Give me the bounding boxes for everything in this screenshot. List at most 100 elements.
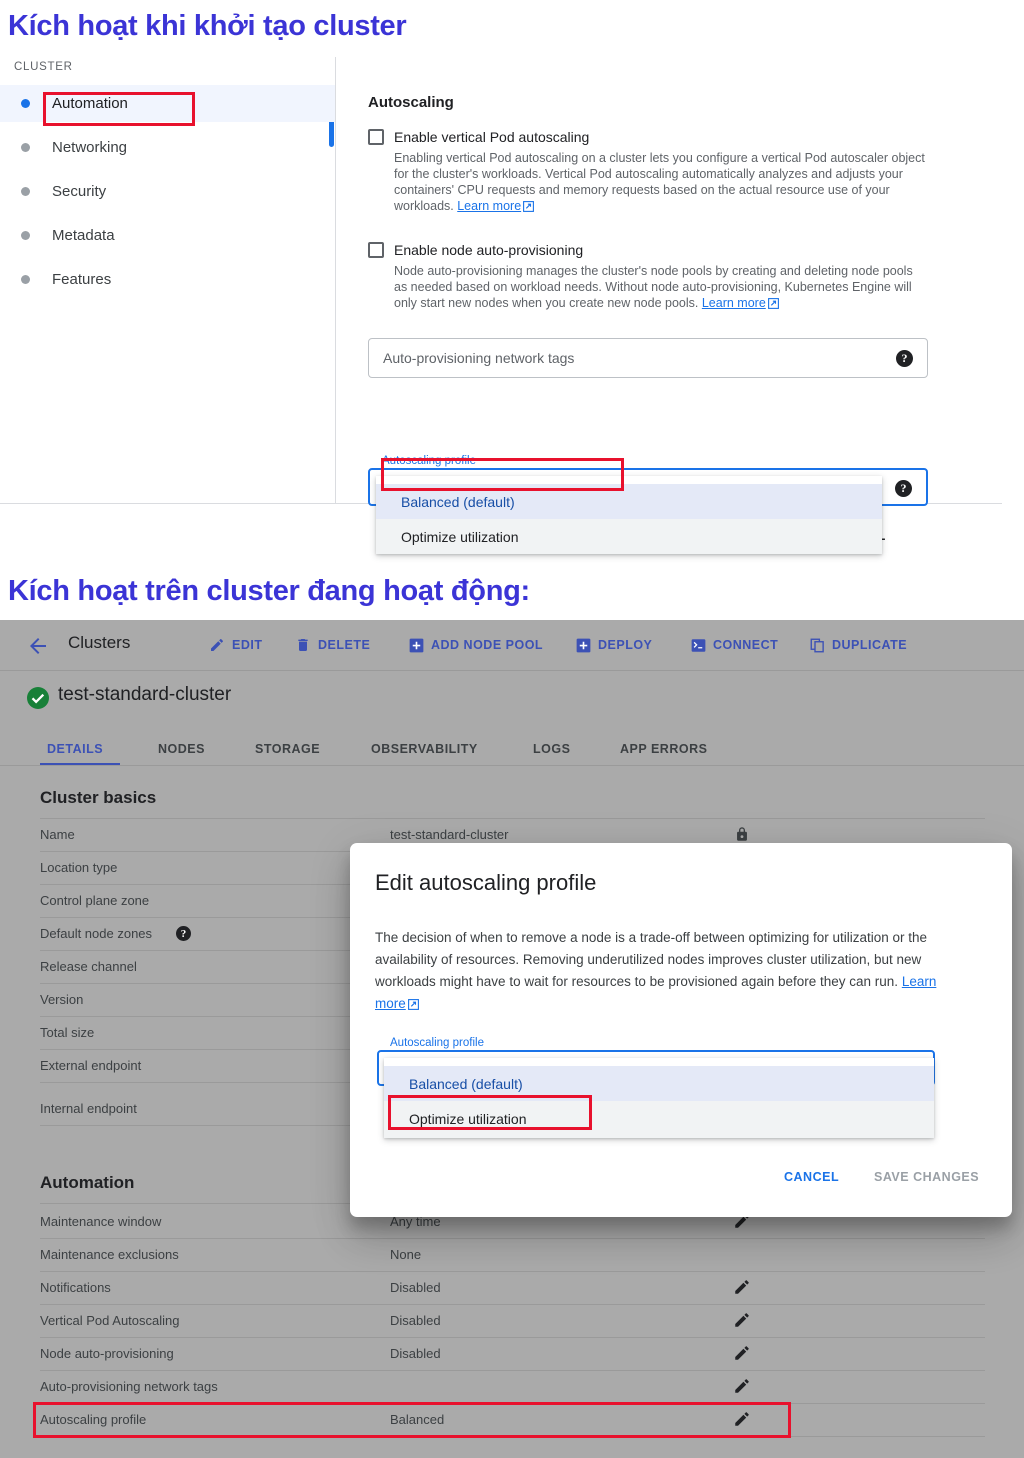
dropdown-top-strip [384, 1058, 934, 1066]
add-node-pool-label: ADD NODE POOL [431, 638, 544, 652]
row-key: Notifications [40, 1280, 111, 1295]
add-node-pool-button[interactable]: ADD NODE POOL [409, 634, 543, 656]
learn-more-link[interactable]: Learn more [457, 199, 521, 213]
row-key: Release channel [40, 959, 137, 974]
bullet-icon [21, 143, 30, 152]
duplicate-label: DUPLICATE [832, 638, 908, 652]
row-key: Node auto-provisioning [40, 1346, 174, 1361]
tabs-bottom-border [0, 765, 1024, 766]
sidebar-item-label: Security [52, 183, 107, 200]
external-link-icon [523, 200, 535, 216]
checkbox-enable-vertical-pod-autoscaling[interactable] [368, 129, 384, 145]
edit-label: EDIT [232, 638, 263, 652]
deploy-label: DEPLOY [598, 638, 653, 652]
row-value: test-standard-cluster [390, 827, 509, 842]
connect-button[interactable]: CONNECT [691, 634, 778, 656]
sidebar-item-security[interactable]: Security [0, 173, 335, 210]
row-value: None [390, 1247, 422, 1262]
console-toolbar: Clusters EDIT DELETE ADD NODE POOL DEPLO… [0, 620, 1024, 671]
sidebar-item-label: Features [52, 271, 112, 288]
row-value: Disabled [390, 1346, 441, 1361]
table-row [40, 1437, 985, 1458]
row-key: Version [40, 992, 84, 1007]
tab-app-errors[interactable]: APP ERRORS [620, 732, 707, 766]
network-tags-input[interactable]: Auto-provisioning network tags ? [368, 338, 928, 378]
tab-observability[interactable]: OBSERVABILITY [371, 732, 478, 766]
sidebar-item-networking[interactable]: Networking [0, 129, 335, 166]
connect-label: CONNECT [713, 638, 779, 652]
help-icon[interactable]: ? [896, 350, 913, 367]
sidebar-item-label: Automation [52, 95, 128, 112]
trash-icon [295, 637, 311, 653]
checkbox-row-vertical-pod-autoscaling: Enable vertical Pod autoscaling Enabling… [368, 128, 928, 216]
dropdown-top-strip [376, 476, 882, 484]
pencil-icon[interactable] [733, 1410, 751, 1433]
section-heading-cluster-basics: Cluster basics [40, 788, 157, 807]
sidebar-item-label: Networking [52, 139, 128, 156]
deploy-button[interactable]: DEPLOY [576, 634, 652, 656]
pencil-icon[interactable] [733, 1311, 751, 1334]
page-title-create: Kích hoạt khi khởi tạo cluster [8, 10, 407, 42]
table-row: Node auto-provisioning Disabled [40, 1338, 985, 1371]
cluster-name-heading: test-standard-cluster [58, 684, 232, 705]
external-link-icon [767, 297, 779, 313]
option-balanced-default[interactable]: Balanced (default) [376, 484, 882, 519]
row-value: Disabled [390, 1313, 441, 1328]
edit-button[interactable]: EDIT [209, 634, 262, 656]
pencil-icon [209, 637, 225, 653]
row-key: Vertical Pod Autoscaling [40, 1313, 180, 1328]
tab-storage[interactable]: STORAGE [255, 732, 320, 766]
bullet-icon [21, 187, 30, 196]
pencil-icon[interactable] [733, 1278, 751, 1301]
create-cluster-panel: CLUSTER Automation Networking Security M… [0, 57, 1024, 554]
tab-details[interactable]: DETAILS [47, 732, 103, 766]
bullet-icon [21, 99, 30, 108]
option-optimize-utilization[interactable]: Optimize utilization [376, 519, 882, 554]
help-icon[interactable]: ? [895, 480, 912, 497]
panel-vertical-divider [335, 57, 336, 503]
sidebar-item-metadata[interactable]: Metadata [0, 217, 335, 254]
dialog-save-changes-button[interactable]: SAVE CHANGES [874, 1170, 979, 1192]
pencil-icon[interactable] [733, 1344, 751, 1367]
sidebar-item-label: Metadata [52, 227, 115, 244]
sidebar-item-automation[interactable]: Automation [0, 85, 335, 122]
delete-button[interactable]: DELETE [295, 634, 370, 656]
table-row: Maintenance exclusions None [40, 1239, 985, 1272]
help-icon[interactable]: ? [176, 926, 191, 941]
sidebar-item-features[interactable]: Features [0, 261, 335, 298]
checkbox-description: Node auto-provisioning manages the clust… [394, 263, 928, 313]
row-key: External endpoint [40, 1058, 142, 1073]
row-key: Maintenance window [40, 1214, 162, 1229]
page-title-existing: Kích hoạt trên cluster đang hoạt động: [8, 575, 530, 607]
checkbox-label: Enable vertical Pod autoscaling [394, 129, 590, 145]
autoscaling-profile-legend: Autoscaling profile [378, 455, 480, 467]
row-key: Maintenance exclusions [40, 1247, 179, 1262]
plus-box-icon [576, 638, 591, 653]
external-link-icon [407, 995, 419, 1017]
table-row: Vertical Pod Autoscaling Disabled [40, 1305, 985, 1338]
table-row-autoscaling-profile: Autoscaling profile Balanced [40, 1404, 985, 1437]
dialog-autoscaling-profile-dropdown: Balanced (default) Optimize utilization [384, 1058, 934, 1138]
copy-icon [810, 638, 825, 653]
terminal-icon [691, 638, 706, 653]
tab-logs[interactable]: LOGS [533, 732, 570, 766]
section-title-autoscaling: Autoscaling [368, 94, 454, 111]
row-key: Location type [40, 860, 118, 875]
dialog-cancel-button[interactable]: CANCEL [784, 1170, 839, 1192]
table-row: Auto-provisioning network tags [40, 1371, 985, 1404]
learn-more-link[interactable]: Learn more [702, 296, 766, 310]
checkbox-description: Enabling vertical Pod autoscaling on a c… [394, 150, 928, 216]
pencil-icon[interactable] [733, 1377, 751, 1400]
row-value: Balanced [390, 1412, 445, 1427]
section-heading-automation: Automation [40, 1173, 135, 1192]
network-tags-placeholder: Auto-provisioning network tags [383, 350, 575, 366]
delete-label: DELETE [318, 638, 371, 652]
dialog-option-optimize-utilization[interactable]: Optimize utilization [384, 1101, 934, 1136]
dialog-option-balanced-default[interactable]: Balanced (default) [384, 1066, 934, 1101]
checkbox-enable-node-auto-provisioning[interactable] [368, 242, 384, 258]
check-circle-icon [26, 686, 50, 710]
row-key: Default node zones [40, 926, 153, 941]
duplicate-button[interactable]: DUPLICATE [810, 634, 907, 656]
tab-nodes[interactable]: NODES [158, 732, 205, 766]
back-arrow-icon[interactable] [26, 634, 50, 658]
